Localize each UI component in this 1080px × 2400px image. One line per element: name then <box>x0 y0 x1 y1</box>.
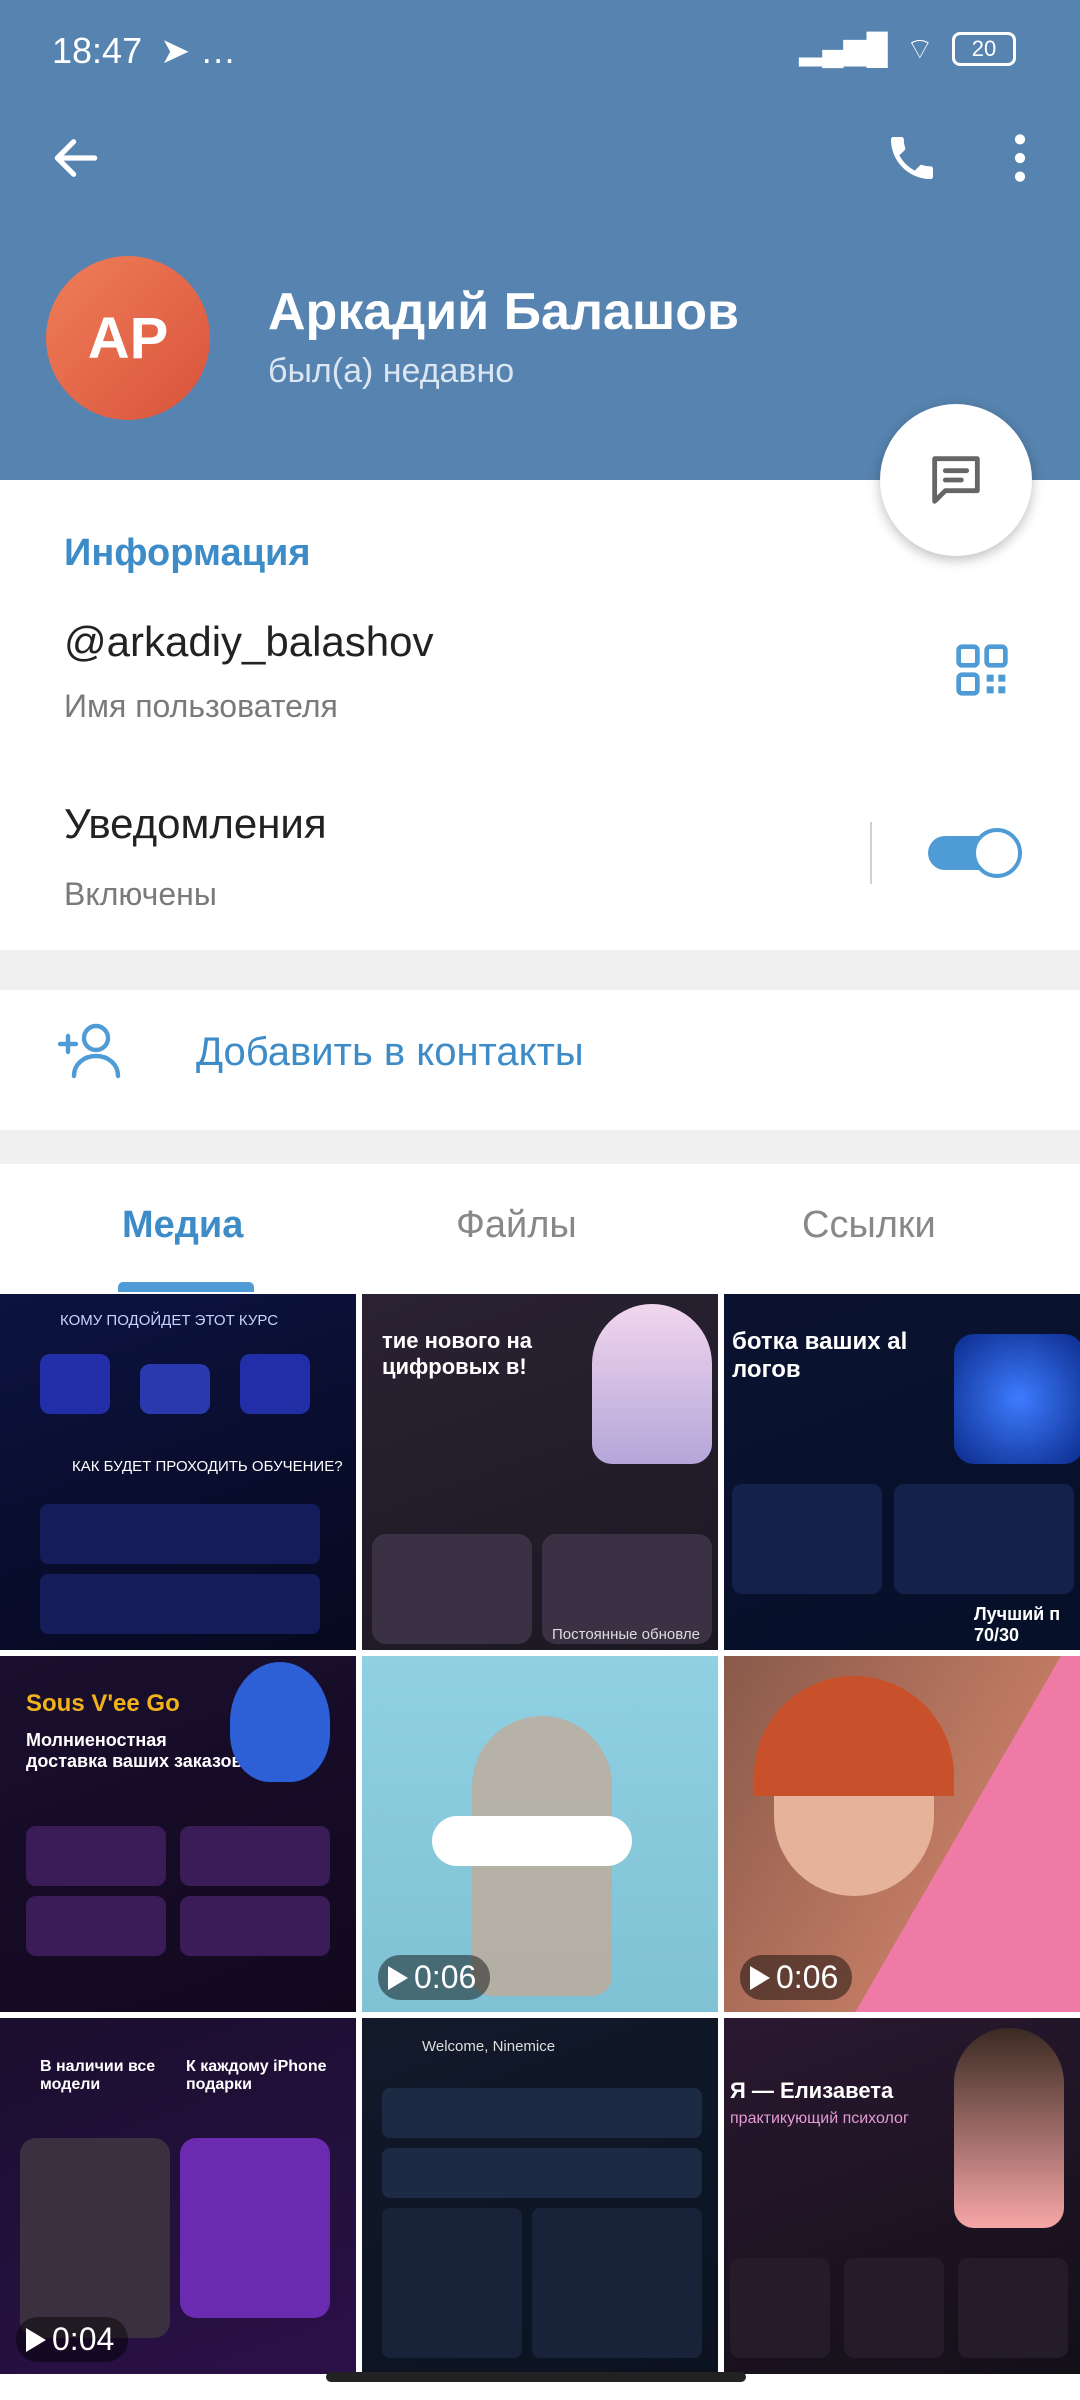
thumb-graphic <box>958 2258 1068 2358</box>
thumb-graphic <box>382 2208 522 2358</box>
media-thumbnail[interactable]: Я — Елизавета практикующий психолог <box>724 2018 1080 2374</box>
phone-graphic <box>20 2138 170 2338</box>
thumb-subtitle: Постоянные обновле <box>552 1626 700 1643</box>
gesture-nav-bar[interactable] <box>326 2372 746 2382</box>
play-icon <box>388 1965 408 1990</box>
phone-icon[interactable] <box>884 130 940 186</box>
thumb-subtitle: практикующий психолог <box>730 2110 909 2127</box>
avatar[interactable]: AP <box>46 256 210 420</box>
anime-character-graphic <box>592 1304 712 1464</box>
profile-name: Аркадий Балашов <box>268 283 739 341</box>
section-gap <box>0 950 1080 990</box>
play-icon <box>750 1965 770 1990</box>
tab-links[interactable]: Ссылки <box>802 1204 936 1247</box>
message-button[interactable] <box>880 404 1032 556</box>
tab-files[interactable]: Файлы <box>456 1204 577 1247</box>
thumb-graphic <box>26 1896 166 1956</box>
thumb-graphic <box>240 1354 310 1414</box>
duration-label: 0:06 <box>414 1959 477 1995</box>
media-thumbnail-video[interactable]: 0:06 <box>724 1656 1080 2012</box>
thumb-subtitle: КАК БУДЕТ ПРОХОДИТЬ ОБУЧЕНИЕ? <box>72 1458 343 1475</box>
status-time: 18:47 <box>52 30 143 71</box>
media-grid: КОМУ ПОДОЙДЕТ ЭТОТ КУРС КАК БУДЕТ ПРОХОД… <box>0 1294 1080 2374</box>
toggle-knob <box>972 828 1022 878</box>
more-vertical-icon[interactable] <box>1000 130 1040 186</box>
add-user-icon <box>57 1023 121 1079</box>
play-icon <box>26 2327 46 2352</box>
back-arrow-icon[interactable] <box>48 130 104 186</box>
profile-header: 18:47 ➤ … ▂▄▆█ ⌔ 20 AP Аркадий Балашов б… <box>0 0 1080 480</box>
thumb-graphic <box>954 1334 1080 1464</box>
thumb-graphic <box>180 2138 330 2318</box>
thumb-subtitle: Лучший п 70/30 <box>974 1604 1061 1645</box>
duration-label: 0:06 <box>776 1959 839 1995</box>
tab-media[interactable]: Медиа <box>122 1204 243 1247</box>
thumb-graphic <box>40 1354 110 1414</box>
add-contact-button[interactable]: Добавить в контакты <box>0 990 1080 1118</box>
video-duration: 0:06 <box>740 1955 853 2000</box>
thumb-subtitle: К каждому iPhone подарки <box>186 2058 327 2093</box>
thumb-title: Я — Елизавета <box>730 2078 894 2103</box>
thumb-graphic <box>894 1484 1074 1594</box>
media-tabs: Медиа Файлы Ссылки <box>0 1164 1080 1292</box>
thumb-graphic <box>730 2258 830 2358</box>
video-preview-graphic <box>432 1816 632 1866</box>
media-thumbnail[interactable]: Sous V'ee Go Молниеностная доставка ваши… <box>0 1656 356 2012</box>
character-graphic <box>230 1662 330 1782</box>
last-seen-status: был(а) недавно <box>268 352 515 390</box>
thumb-title: В наличии все модели <box>40 2058 156 2093</box>
thumb-graphic <box>732 1484 882 1594</box>
info-section-title: Информация <box>64 532 311 574</box>
thumb-graphic <box>382 2148 702 2198</box>
wifi-icon: ⌔ <box>905 33 934 66</box>
media-thumbnail-video[interactable]: В наличии все модели К каждому iPhone по… <box>0 2018 356 2374</box>
media-thumbnail[interactable]: Welcome, Ninemice <box>362 2018 718 2374</box>
thumb-graphic <box>26 1826 166 1886</box>
signal-icon: ▂▄▆█ <box>799 32 888 66</box>
person-graphic <box>954 2028 1064 2228</box>
thumb-graphic <box>140 1364 210 1414</box>
tab-indicator <box>118 1282 254 1292</box>
qr-code-icon[interactable] <box>954 642 1010 698</box>
thumb-graphic <box>372 1534 532 1644</box>
thumb-graphic <box>382 2088 702 2138</box>
notifications-title[interactable]: Уведомления <box>64 800 327 848</box>
thumb-title: КОМУ ПОДОЙДЕТ ЭТОТ КУРС <box>60 1312 279 1329</box>
media-thumbnail-video[interactable]: 0:06 <box>362 1656 718 2012</box>
media-thumbnail[interactable]: тие нового на цифровых в! Постоянные обн… <box>362 1294 718 1650</box>
media-thumbnail[interactable]: КОМУ ПОДОЙДЕТ ЭТОТ КУРС КАК БУДЕТ ПРОХОД… <box>0 1294 356 1650</box>
status-icons: ▂▄▆█ ⌔ 20 <box>799 30 1016 68</box>
notifications-value: Включены <box>64 876 217 912</box>
thumb-title: Welcome, Ninemice <box>422 2038 556 2055</box>
media-thumbnail[interactable]: ботка ваших al логов Лучший п 70/30 <box>724 1294 1080 1650</box>
thumb-subtitle: Молниеностная доставка ваших заказов <box>26 1730 243 1771</box>
thumb-title: ботка ваших al логов <box>732 1328 908 1383</box>
thumb-graphic <box>40 1504 320 1564</box>
add-contact-label: Добавить в контакты <box>196 1030 584 1074</box>
video-duration: 0:06 <box>378 1955 491 2000</box>
thumb-graphic <box>532 2208 702 2358</box>
battery-icon: 20 <box>952 32 1016 66</box>
video-preview-graphic <box>754 1676 954 1796</box>
video-duration: 0:04 <box>16 2317 129 2362</box>
thumb-graphic <box>180 1826 330 1886</box>
thumb-title: Sous V'ee Go <box>26 1690 180 1717</box>
telegram-icon: ➤ … <box>160 30 237 71</box>
thumb-graphic <box>180 1896 330 1956</box>
username-value[interactable]: @arkadiy_balashov <box>64 618 434 666</box>
message-icon <box>932 456 980 504</box>
duration-label: 0:04 <box>52 2321 115 2357</box>
divider <box>870 822 872 884</box>
section-gap <box>0 1130 1080 1164</box>
thumb-title: тие нового на цифровых в! <box>382 1328 532 1379</box>
username-label: Имя пользователя <box>64 688 338 724</box>
notifications-toggle[interactable] <box>928 828 1022 878</box>
thumb-graphic <box>844 2258 944 2358</box>
thumb-graphic <box>40 1574 320 1634</box>
